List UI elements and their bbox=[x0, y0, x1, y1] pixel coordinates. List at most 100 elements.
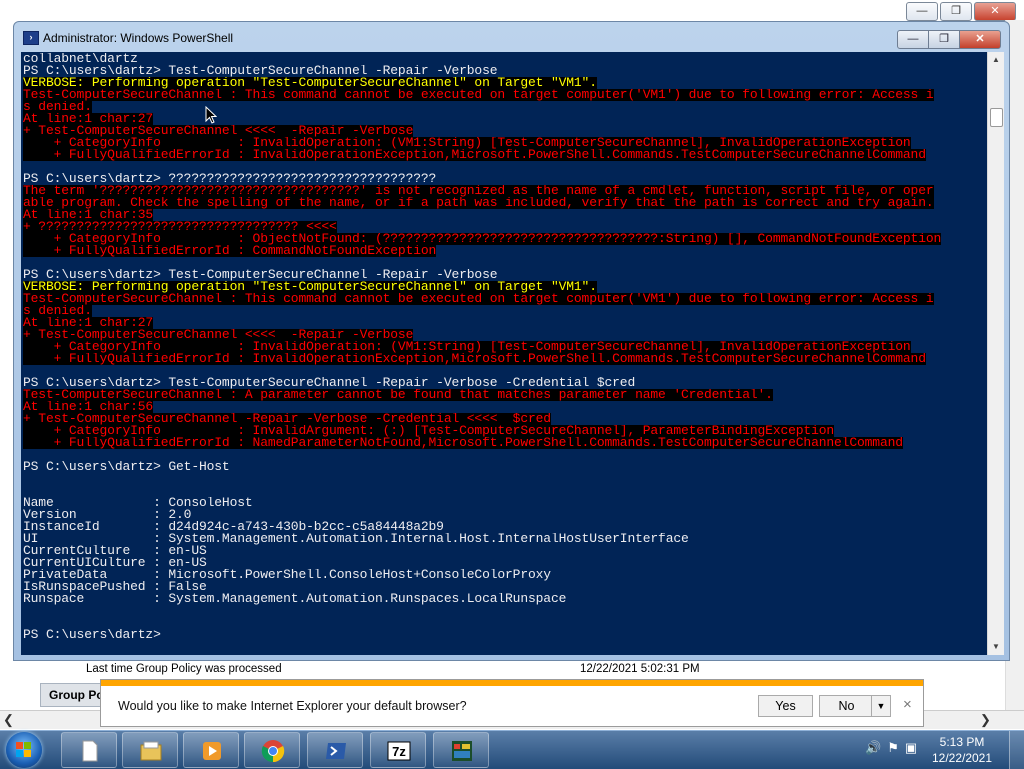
console-line: The term '??????????????????????????????… bbox=[23, 185, 934, 197]
console-line: + Test-ComputerSecureChannel -Repair -Ve… bbox=[23, 413, 551, 425]
console-line: PS C:\users\dartz> Test-ComputerSecureCh… bbox=[23, 269, 498, 281]
console-line: IsRunspacePushed : False bbox=[23, 581, 207, 593]
yes-button[interactable]: Yes bbox=[758, 695, 813, 717]
app-icon bbox=[452, 741, 472, 761]
gp-label: Last time Group Policy was processed bbox=[86, 663, 282, 675]
console-line: + Test-ComputerSecureChannel <<<< -Repai… bbox=[23, 329, 414, 341]
taskbar-file-button[interactable] bbox=[61, 732, 117, 768]
console-line: CurrentUICulture : en-US bbox=[23, 557, 207, 569]
console-line: Version : 2.0 bbox=[23, 509, 192, 521]
console-line: PS C:\users\dartz> Test-ComputerSecureCh… bbox=[23, 377, 636, 389]
show-desktop-button[interactable] bbox=[1009, 731, 1024, 769]
console-line: collabnet\dartz bbox=[23, 53, 138, 65]
close-notification-icon[interactable]: × bbox=[903, 696, 912, 713]
chevron-down-icon[interactable]: ▼ bbox=[871, 696, 890, 716]
gp-value: 12/22/2021 5:02:31 PM bbox=[580, 663, 700, 675]
console-output[interactable]: collabnet\dartz PS C:\users\dartz> Test-C… bbox=[21, 52, 987, 655]
console-line: + FullyQualifiedErrorId : NamedParameter… bbox=[23, 437, 903, 449]
console-line: + CategoryInfo : InvalidOperation: (VM1:… bbox=[23, 341, 911, 353]
console-line: VERBOSE: Performing operation "Test-Comp… bbox=[23, 281, 597, 293]
console-line: At line:1 char:27 bbox=[23, 317, 154, 329]
7zip-label: 7z bbox=[392, 744, 406, 759]
scroll-right-icon[interactable]: ❯ bbox=[980, 712, 991, 728]
file-icon bbox=[82, 740, 98, 762]
console-line: UI : System.Management.Automation.Intern… bbox=[23, 533, 689, 545]
scroll-down-icon[interactable]: ▼ bbox=[988, 639, 1004, 655]
console-line: + FullyQualifiedErrorId : InvalidOperati… bbox=[23, 149, 926, 161]
system-tray: 🔊 ⚑ ▣ bbox=[865, 740, 917, 760]
7zip-icon: 7z bbox=[387, 741, 411, 761]
media-player-icon bbox=[203, 742, 221, 760]
console-line: PrivateData : Microsoft.PowerShell.Conso… bbox=[23, 569, 551, 581]
console-line: PS C:\users\dartz> bbox=[23, 629, 161, 641]
taskbar-media-button[interactable] bbox=[183, 732, 239, 768]
network-icon[interactable]: ▣ bbox=[905, 740, 917, 760]
console-line: + Test-ComputerSecureChannel <<<< -Repai… bbox=[23, 125, 414, 137]
minimize-button[interactable]: — bbox=[897, 30, 929, 49]
scrollbar-thumb[interactable] bbox=[990, 108, 1003, 127]
bg-close-button[interactable]: ✕ bbox=[974, 2, 1016, 21]
console-line: Name : ConsoleHost bbox=[23, 497, 253, 509]
taskbar-app-button[interactable] bbox=[433, 732, 489, 768]
maximize-button[interactable]: ❐ bbox=[928, 30, 960, 49]
clock-time: 5:13 PM bbox=[939, 735, 985, 749]
console-lines: collabnet\dartz PS C:\users\dartz> Test-C… bbox=[23, 53, 942, 641]
console-line: + CategoryInfo : ObjectNotFound: (??????… bbox=[23, 233, 942, 245]
console-line: + FullyQualifiedErrorId : InvalidOperati… bbox=[23, 353, 926, 365]
console-line: PS C:\users\dartz> Get-Host bbox=[23, 461, 230, 473]
console-line: InstanceId : d24d924c-a743-430b-b2cc-c5a… bbox=[23, 521, 444, 533]
console-line: Runspace : System.Management.Automation.… bbox=[23, 593, 567, 605]
console-line: able program. Check the spelling of the … bbox=[23, 197, 934, 209]
console-line: Test-ComputerSecureChannel : This comman… bbox=[23, 89, 934, 101]
taskbar-chrome-button[interactable] bbox=[244, 732, 300, 768]
console-line: At line:1 char:35 bbox=[23, 209, 154, 221]
taskbar-7zip-button[interactable]: 7z bbox=[370, 732, 426, 768]
background-window-controls: — ❐ ✕ bbox=[906, 2, 1016, 21]
scroll-left-icon[interactable]: ❮ bbox=[3, 712, 14, 728]
console-line: + ?????????????????????????????????? <<<… bbox=[23, 221, 337, 233]
console-line: s denied. bbox=[23, 101, 92, 113]
close-button[interactable]: ✕ bbox=[959, 30, 1001, 49]
window-title: Administrator: Windows PowerShell bbox=[43, 31, 234, 45]
powershell-titlebar[interactable]: › Administrator: Windows PowerShell — ❐ … bbox=[14, 22, 1009, 52]
console-line: PS C:\users\dartz> Test-ComputerSecureCh… bbox=[23, 65, 498, 77]
powershell-window: › Administrator: Windows PowerShell — ❐ … bbox=[13, 21, 1010, 661]
start-button[interactable] bbox=[6, 732, 42, 768]
bg-maximize-button[interactable]: ❐ bbox=[940, 2, 972, 21]
notification-message: Would you like to make Internet Explorer… bbox=[118, 699, 467, 713]
console-line: s denied. bbox=[23, 305, 92, 317]
action-center-icon[interactable]: ⚑ bbox=[887, 740, 899, 760]
console-line: + FullyQualifiedErrorId : CommandNotFoun… bbox=[23, 245, 437, 257]
powershell-icon bbox=[326, 743, 346, 759]
console-line: Test-ComputerSecureChannel : A parameter… bbox=[23, 389, 773, 401]
bg-minimize-button[interactable]: — bbox=[906, 2, 938, 21]
mouse-cursor-icon bbox=[205, 106, 217, 124]
console-line: CurrentCulture : en-US bbox=[23, 545, 207, 557]
console-line: + CategoryInfo : InvalidOperation: (VM1:… bbox=[23, 137, 911, 149]
notification-accent-stripe bbox=[101, 680, 923, 686]
windows-logo-icon bbox=[16, 742, 32, 758]
console-line: Test-ComputerSecureChannel : This comman… bbox=[23, 293, 934, 305]
console-scrollbar[interactable]: ▲ ▼ bbox=[987, 52, 1004, 655]
chrome-icon bbox=[261, 740, 285, 763]
console-line: + CategoryInfo : InvalidArgument: (:) [T… bbox=[23, 425, 835, 437]
no-button[interactable]: No ▼ bbox=[819, 695, 891, 717]
taskbar-clock[interactable]: 5:13 PM 12/22/2021 bbox=[929, 734, 995, 766]
taskbar-explorer-button[interactable] bbox=[122, 732, 178, 768]
taskbar-powershell-button[interactable] bbox=[307, 732, 363, 768]
console-line: VERBOSE: Performing operation "Test-Comp… bbox=[23, 77, 597, 89]
window-controls: — ❐ ✕ bbox=[897, 30, 1001, 49]
powershell-icon: › bbox=[23, 31, 39, 45]
no-button-label: No bbox=[838, 699, 855, 713]
scroll-up-icon[interactable]: ▲ bbox=[988, 52, 1004, 68]
gp-info-row: Last time Group Policy was processed 12/… bbox=[63, 660, 1004, 680]
speaker-icon[interactable]: 🔊 bbox=[865, 740, 881, 760]
taskbar: 7z 🔊 ⚑ ▣ 5:13 PM 12/22/2021 bbox=[0, 730, 1024, 769]
